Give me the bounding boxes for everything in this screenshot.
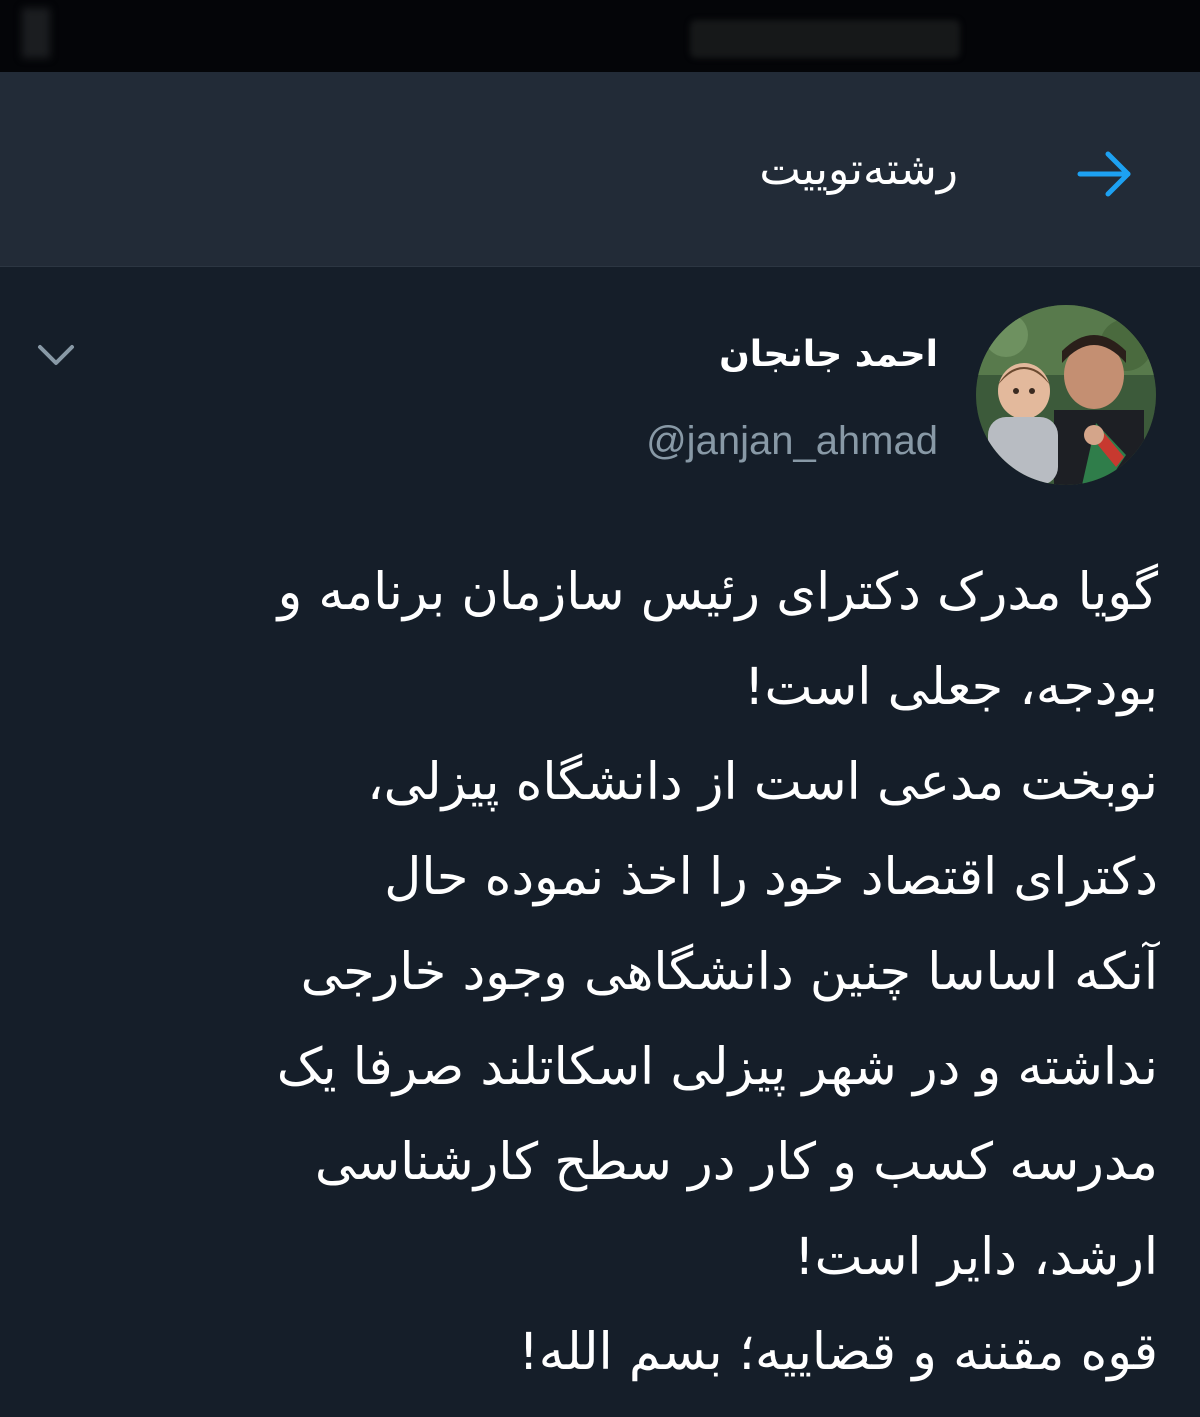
tweet-text: گویا مدرک دکترای رئیس سازمان برنامه و بو… (58, 545, 1158, 1400)
avatar[interactable] (976, 305, 1156, 485)
header-title: رشته‌توییت (759, 144, 958, 195)
chevron-down-icon (38, 345, 74, 365)
tweet-text-line: گویا مدرک دکترای رئیس سازمان برنامه و (277, 563, 1158, 622)
tweet-text-line: نداشته و در شهر پیزلی اسکاتلند صرفا یک (276, 1038, 1158, 1097)
tweet-text-line: دکترای اقتصاد خود را اخذ نموده حال (384, 848, 1158, 907)
tweet: احمد جانجان @janjan_ahmad گویا مدرک دکتر… (0, 267, 1200, 1417)
author-handle[interactable]: @janjan_ahmad (646, 415, 938, 467)
back-button[interactable] (1072, 144, 1136, 204)
status-bar-blurred-content (690, 20, 960, 58)
tweet-menu-button[interactable] (32, 335, 80, 375)
status-bar-indicator (22, 8, 50, 58)
tweet-text-line: آنکه اساسا چنین دانشگاهی وجود خارجی (300, 943, 1158, 1002)
tweet-text-line: قوه مقننه و قضاییه؛ بسم الله! (518, 1323, 1158, 1382)
tweet-text-line: ارشد، دایر است! (794, 1228, 1158, 1287)
arrow-right-icon (1077, 151, 1131, 197)
tweet-text-line: نوبخت مدعی است از دانشگاه پیزلی، (367, 753, 1158, 812)
profile-photo (976, 305, 1156, 485)
status-bar (0, 0, 1200, 72)
tweet-text-line: مدرسه کسب و کار در سطح کارشناسی (314, 1133, 1158, 1192)
author-display-name[interactable]: احمد جانجان (719, 331, 938, 379)
tweet-text-line: بودجه، جعلی است! (744, 658, 1158, 717)
app-header: رشته‌توییت (0, 72, 1200, 267)
